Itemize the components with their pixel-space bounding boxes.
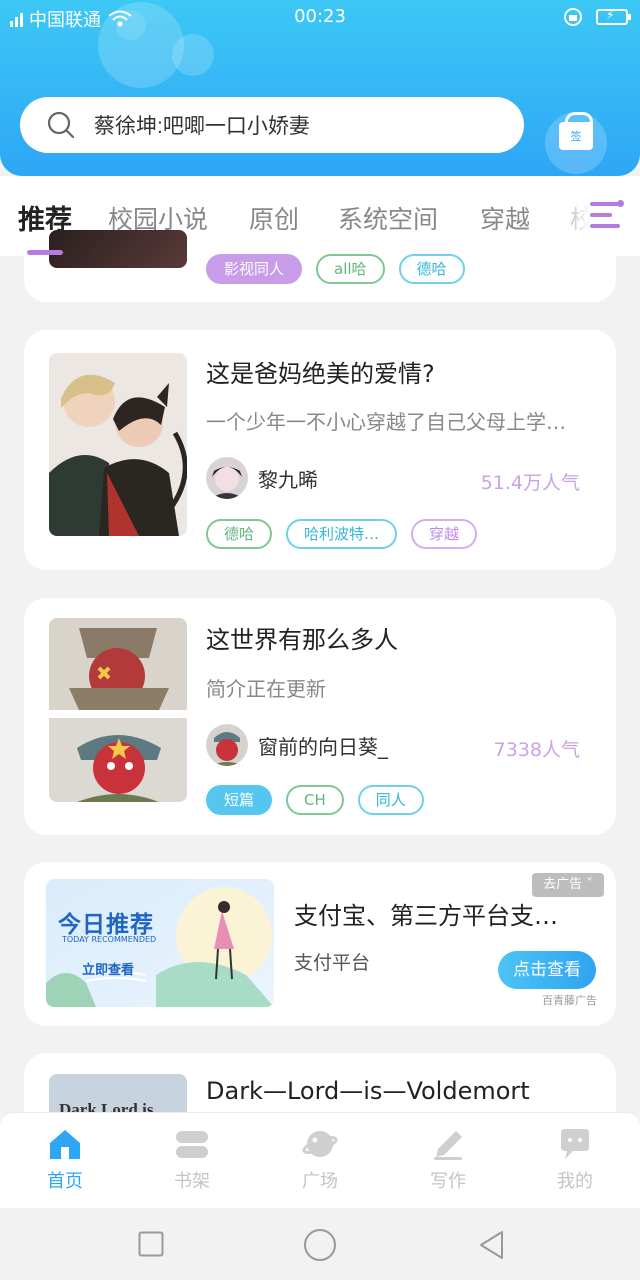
ad-card[interactable]: 今日推荐 TODAY RECOMMENDED 立即查看 支付宝、第三方平台支… … xyxy=(24,862,616,1026)
author[interactable]: 窗前的向日葵_ xyxy=(206,724,388,766)
bookshelf-icon xyxy=(176,1131,208,1158)
book-cover xyxy=(49,230,187,268)
tag[interactable]: CH xyxy=(286,785,344,815)
tag[interactable]: 哈利波特… xyxy=(286,519,398,549)
book-title[interactable]: Dark—Lord—is—Voldemort xyxy=(206,1077,530,1105)
tag[interactable]: 同人 xyxy=(357,785,424,815)
tag[interactable]: 短篇 xyxy=(206,785,273,815)
nav-write[interactable]: 写作 xyxy=(403,1127,493,1193)
nav-square-label: 广场 xyxy=(302,1171,338,1192)
popularity-count: 7338人气 xyxy=(493,739,580,761)
status-time: 00:23 xyxy=(294,6,346,27)
avatar xyxy=(206,457,248,499)
tag[interactable]: 影视同人 xyxy=(206,254,303,284)
book-description: 一个少年一不小心穿越了自己父母上学… xyxy=(206,410,566,434)
book-card[interactable]: 影视同人 all哈 德哈 xyxy=(24,230,616,302)
book-cover xyxy=(49,618,187,802)
book-cover xyxy=(49,353,187,536)
nav-bookshelf-label: 书架 xyxy=(174,1171,210,1192)
book-card[interactable]: 这是爸妈绝美的爱情? 一个少年一不小心穿越了自己父母上学… 黎九晞 51.4万人… xyxy=(24,330,616,570)
nav-square[interactable]: 广场 xyxy=(275,1127,365,1193)
gift-icon: 签 xyxy=(559,112,593,150)
book-card[interactable]: 这世界有那么多人 简介正在更新 窗前的向日葵_ 7338人气 短篇 CH 同人 xyxy=(24,598,616,835)
back-button[interactable] xyxy=(478,1230,506,1260)
author-name: 窗前的向日葵_ xyxy=(258,734,388,759)
nav-home-label: 首页 xyxy=(47,1171,83,1192)
rotation-lock-icon xyxy=(564,8,582,26)
nav-me-label: 我的 xyxy=(557,1171,593,1192)
popularity-count: 51.4万人气 xyxy=(480,472,580,494)
chat-bubble-icon xyxy=(561,1129,589,1159)
author-name: 黎九晞 xyxy=(258,467,318,492)
checkin-gift-button[interactable]: 签 xyxy=(545,112,607,174)
tag[interactable]: 德哈 xyxy=(398,254,465,284)
ad-title[interactable]: 支付宝、第三方平台支… xyxy=(294,896,558,931)
book-title[interactable]: 这是爸妈绝美的爱情? xyxy=(206,354,435,389)
menu-icon[interactable] xyxy=(590,200,624,230)
author[interactable]: 黎九晞 xyxy=(206,457,318,499)
ad-image-title: 今日推荐 xyxy=(58,912,154,938)
recent-apps-button[interactable] xyxy=(138,1231,164,1257)
ad-subtitle: 支付平台 xyxy=(294,952,371,974)
book-title[interactable]: 这世界有那么多人 xyxy=(206,620,398,655)
search-icon xyxy=(47,111,75,139)
active-tab-indicator xyxy=(27,250,63,255)
remove-ad-button[interactable]: 去广告 ˅ xyxy=(532,873,604,897)
ad-view-button[interactable]: 点击查看 xyxy=(498,951,596,989)
nav-write-label: 写作 xyxy=(430,1171,466,1192)
nav-me[interactable]: 我的 xyxy=(530,1127,620,1193)
ad-image[interactable]: 今日推荐 TODAY RECOMMENDED 立即查看 xyxy=(46,879,274,1007)
ad-image-subtitle: TODAY RECOMMENDED xyxy=(62,935,157,944)
ad-source: 百青藤广告 xyxy=(542,994,597,1007)
battery-icon: ⚡ xyxy=(596,8,631,25)
bottom-navigation: 首页 书架 广场 写作 我的 xyxy=(0,1112,640,1208)
avatar xyxy=(206,724,248,766)
nav-home[interactable]: 首页 xyxy=(20,1127,110,1193)
nav-bookshelf[interactable]: 书架 xyxy=(147,1127,237,1193)
search-placeholder: 蔡徐坤:吧唧一口小娇妻 xyxy=(94,115,310,138)
tag[interactable]: all哈 xyxy=(316,254,385,284)
app-header: 中国联通 00:23 ⚡ 蔡徐坤:吧唧一口小娇妻 签 xyxy=(0,0,640,176)
home-icon xyxy=(50,1130,80,1159)
status-bar: 中国联通 00:23 ⚡ xyxy=(0,0,640,36)
tag[interactable]: 穿越 xyxy=(411,519,478,549)
tag[interactable]: 德哈 xyxy=(206,519,273,549)
book-description: 简介正在更新 xyxy=(206,677,326,701)
home-button[interactable] xyxy=(303,1228,337,1262)
system-navigation-bar xyxy=(0,1208,640,1280)
planet-icon xyxy=(302,1131,338,1157)
search-bar[interactable]: 蔡徐坤:吧唧一口小娇妻 xyxy=(20,97,524,153)
pen-icon xyxy=(434,1131,462,1160)
ad-image-cta: 立即查看 xyxy=(82,963,135,978)
